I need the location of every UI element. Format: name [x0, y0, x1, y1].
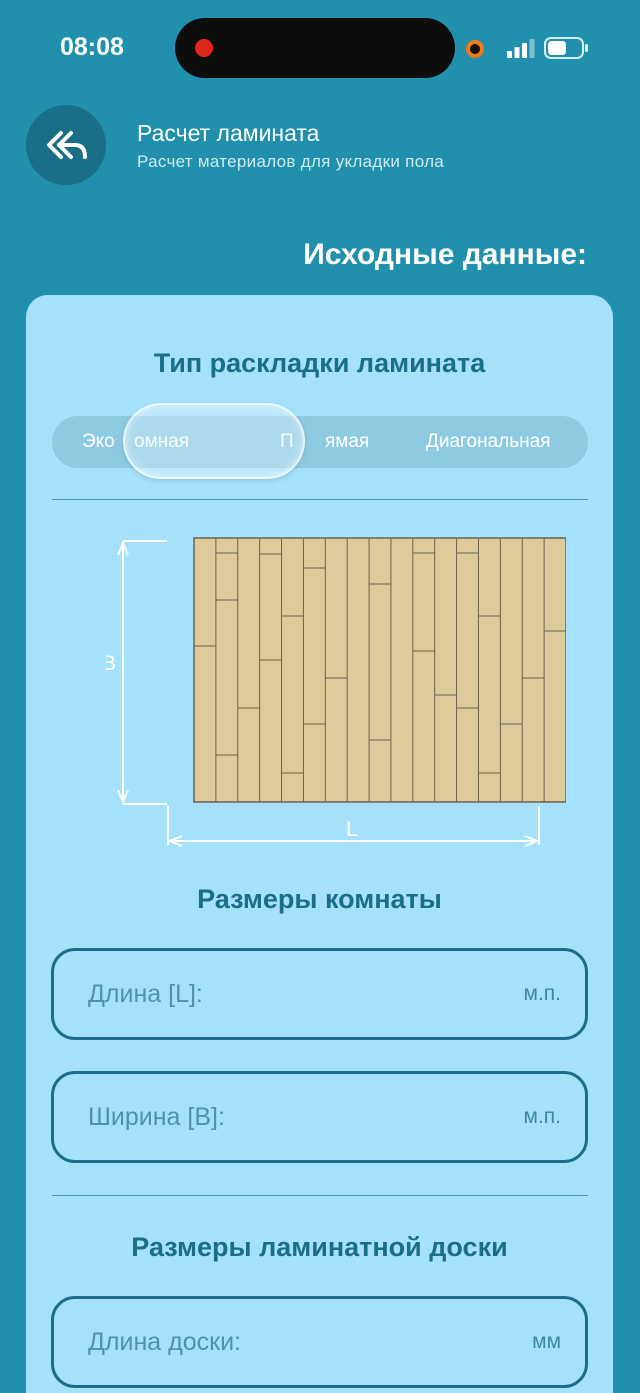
- room-width-label: Ширина [B]:: [88, 1103, 225, 1131]
- dynamic-island: [175, 18, 455, 78]
- status-time: 08:08: [60, 33, 124, 61]
- divider: [52, 499, 588, 500]
- diagram-label-l: L: [346, 818, 358, 841]
- room-size-title: Размеры комнаты: [197, 884, 442, 914]
- board-length-unit: мм: [532, 1330, 561, 1353]
- input-card: Тип раскладки ламината Эко омная П ямая …: [26, 295, 613, 1393]
- board-size-title: Размеры ламинатной доски: [131, 1232, 508, 1262]
- room-width-field[interactable]: Ширина [B]: м.п.: [51, 1071, 588, 1163]
- diagram-label-b: B: [106, 652, 116, 675]
- page-title: Расчет ламината: [137, 120, 320, 146]
- recording-indicator-icon: [195, 39, 213, 57]
- room-length-field[interactable]: Длина [L]: м.п.: [51, 948, 588, 1040]
- layout-type-title: Тип раскладки ламината: [153, 348, 486, 378]
- segment-selection-thumb[interactable]: [123, 403, 305, 479]
- segment-straight-label-end: ямая: [325, 431, 370, 452]
- room-length-label: Длина [L]:: [88, 980, 203, 1008]
- battery-icon: [544, 37, 588, 59]
- divider: [52, 1195, 588, 1196]
- segment-diagonal[interactable]: Диагональная: [426, 416, 551, 468]
- privacy-indicator-icon: [466, 40, 484, 58]
- laminate-layout-diagram: B L: [106, 537, 566, 847]
- floor-area: [193, 537, 566, 803]
- board-length-label: Длина доски:: [88, 1328, 241, 1356]
- segment-economy-label-start: Эко: [82, 431, 115, 452]
- back-button[interactable]: [26, 105, 106, 185]
- room-width-unit: м.п.: [523, 1105, 561, 1128]
- page-subtitle: Расчет материалов для укладки пола: [137, 152, 445, 171]
- reply-all-icon: [47, 131, 87, 159]
- section-heading: Исходные данные:: [303, 238, 587, 271]
- board-length-field[interactable]: Длина доски: мм: [51, 1296, 588, 1388]
- room-length-unit: м.п.: [523, 982, 561, 1005]
- signal-icon: [507, 39, 535, 58]
